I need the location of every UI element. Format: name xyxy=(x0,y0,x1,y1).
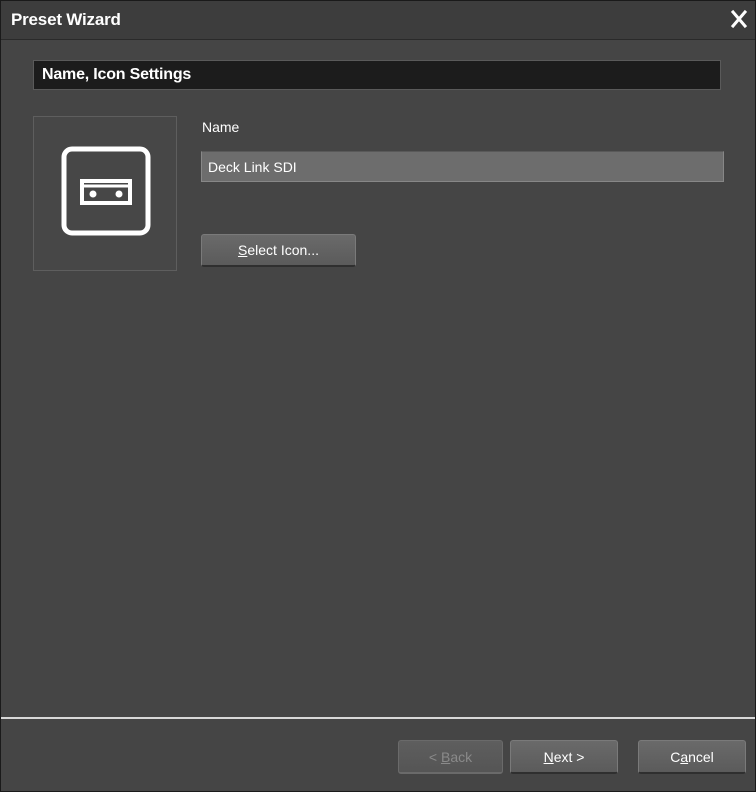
back-prefix: < xyxy=(428,748,441,765)
back-button[interactable]: < Back xyxy=(398,740,503,774)
close-x-icon xyxy=(730,9,748,29)
back-mnemonic: B xyxy=(440,748,451,765)
select-icon-mnemonic: S xyxy=(238,242,248,258)
next-mnemonic: N xyxy=(543,748,554,765)
next-label: ext > xyxy=(553,748,585,765)
select-icon-button[interactable]: Select Icon... xyxy=(201,234,356,267)
window-title: Preset Wizard xyxy=(11,10,121,29)
preset-icon-frame xyxy=(33,116,177,271)
deck-device-icon xyxy=(61,146,151,236)
cancel-button[interactable]: Cancel xyxy=(638,740,746,774)
preset-wizard-window: Preset Wizard Name, Icon Settings Name S… xyxy=(0,0,756,792)
cancel-label: ncel xyxy=(688,748,714,765)
back-label: ack xyxy=(450,748,473,765)
footer: < Back Next > Cancel xyxy=(1,719,755,791)
title-bar[interactable]: Preset Wizard xyxy=(1,1,755,40)
cancel-mnemonic: a xyxy=(680,748,689,765)
select-icon-label: elect Icon... xyxy=(247,242,319,258)
next-button[interactable]: Next > xyxy=(510,740,618,774)
name-label: Name xyxy=(202,119,240,135)
section-title: Name, Icon Settings xyxy=(42,66,192,83)
cancel-prefix: C xyxy=(670,748,681,765)
section-header: Name, Icon Settings xyxy=(33,60,721,90)
name-input[interactable] xyxy=(201,151,724,182)
close-button[interactable] xyxy=(727,7,751,31)
